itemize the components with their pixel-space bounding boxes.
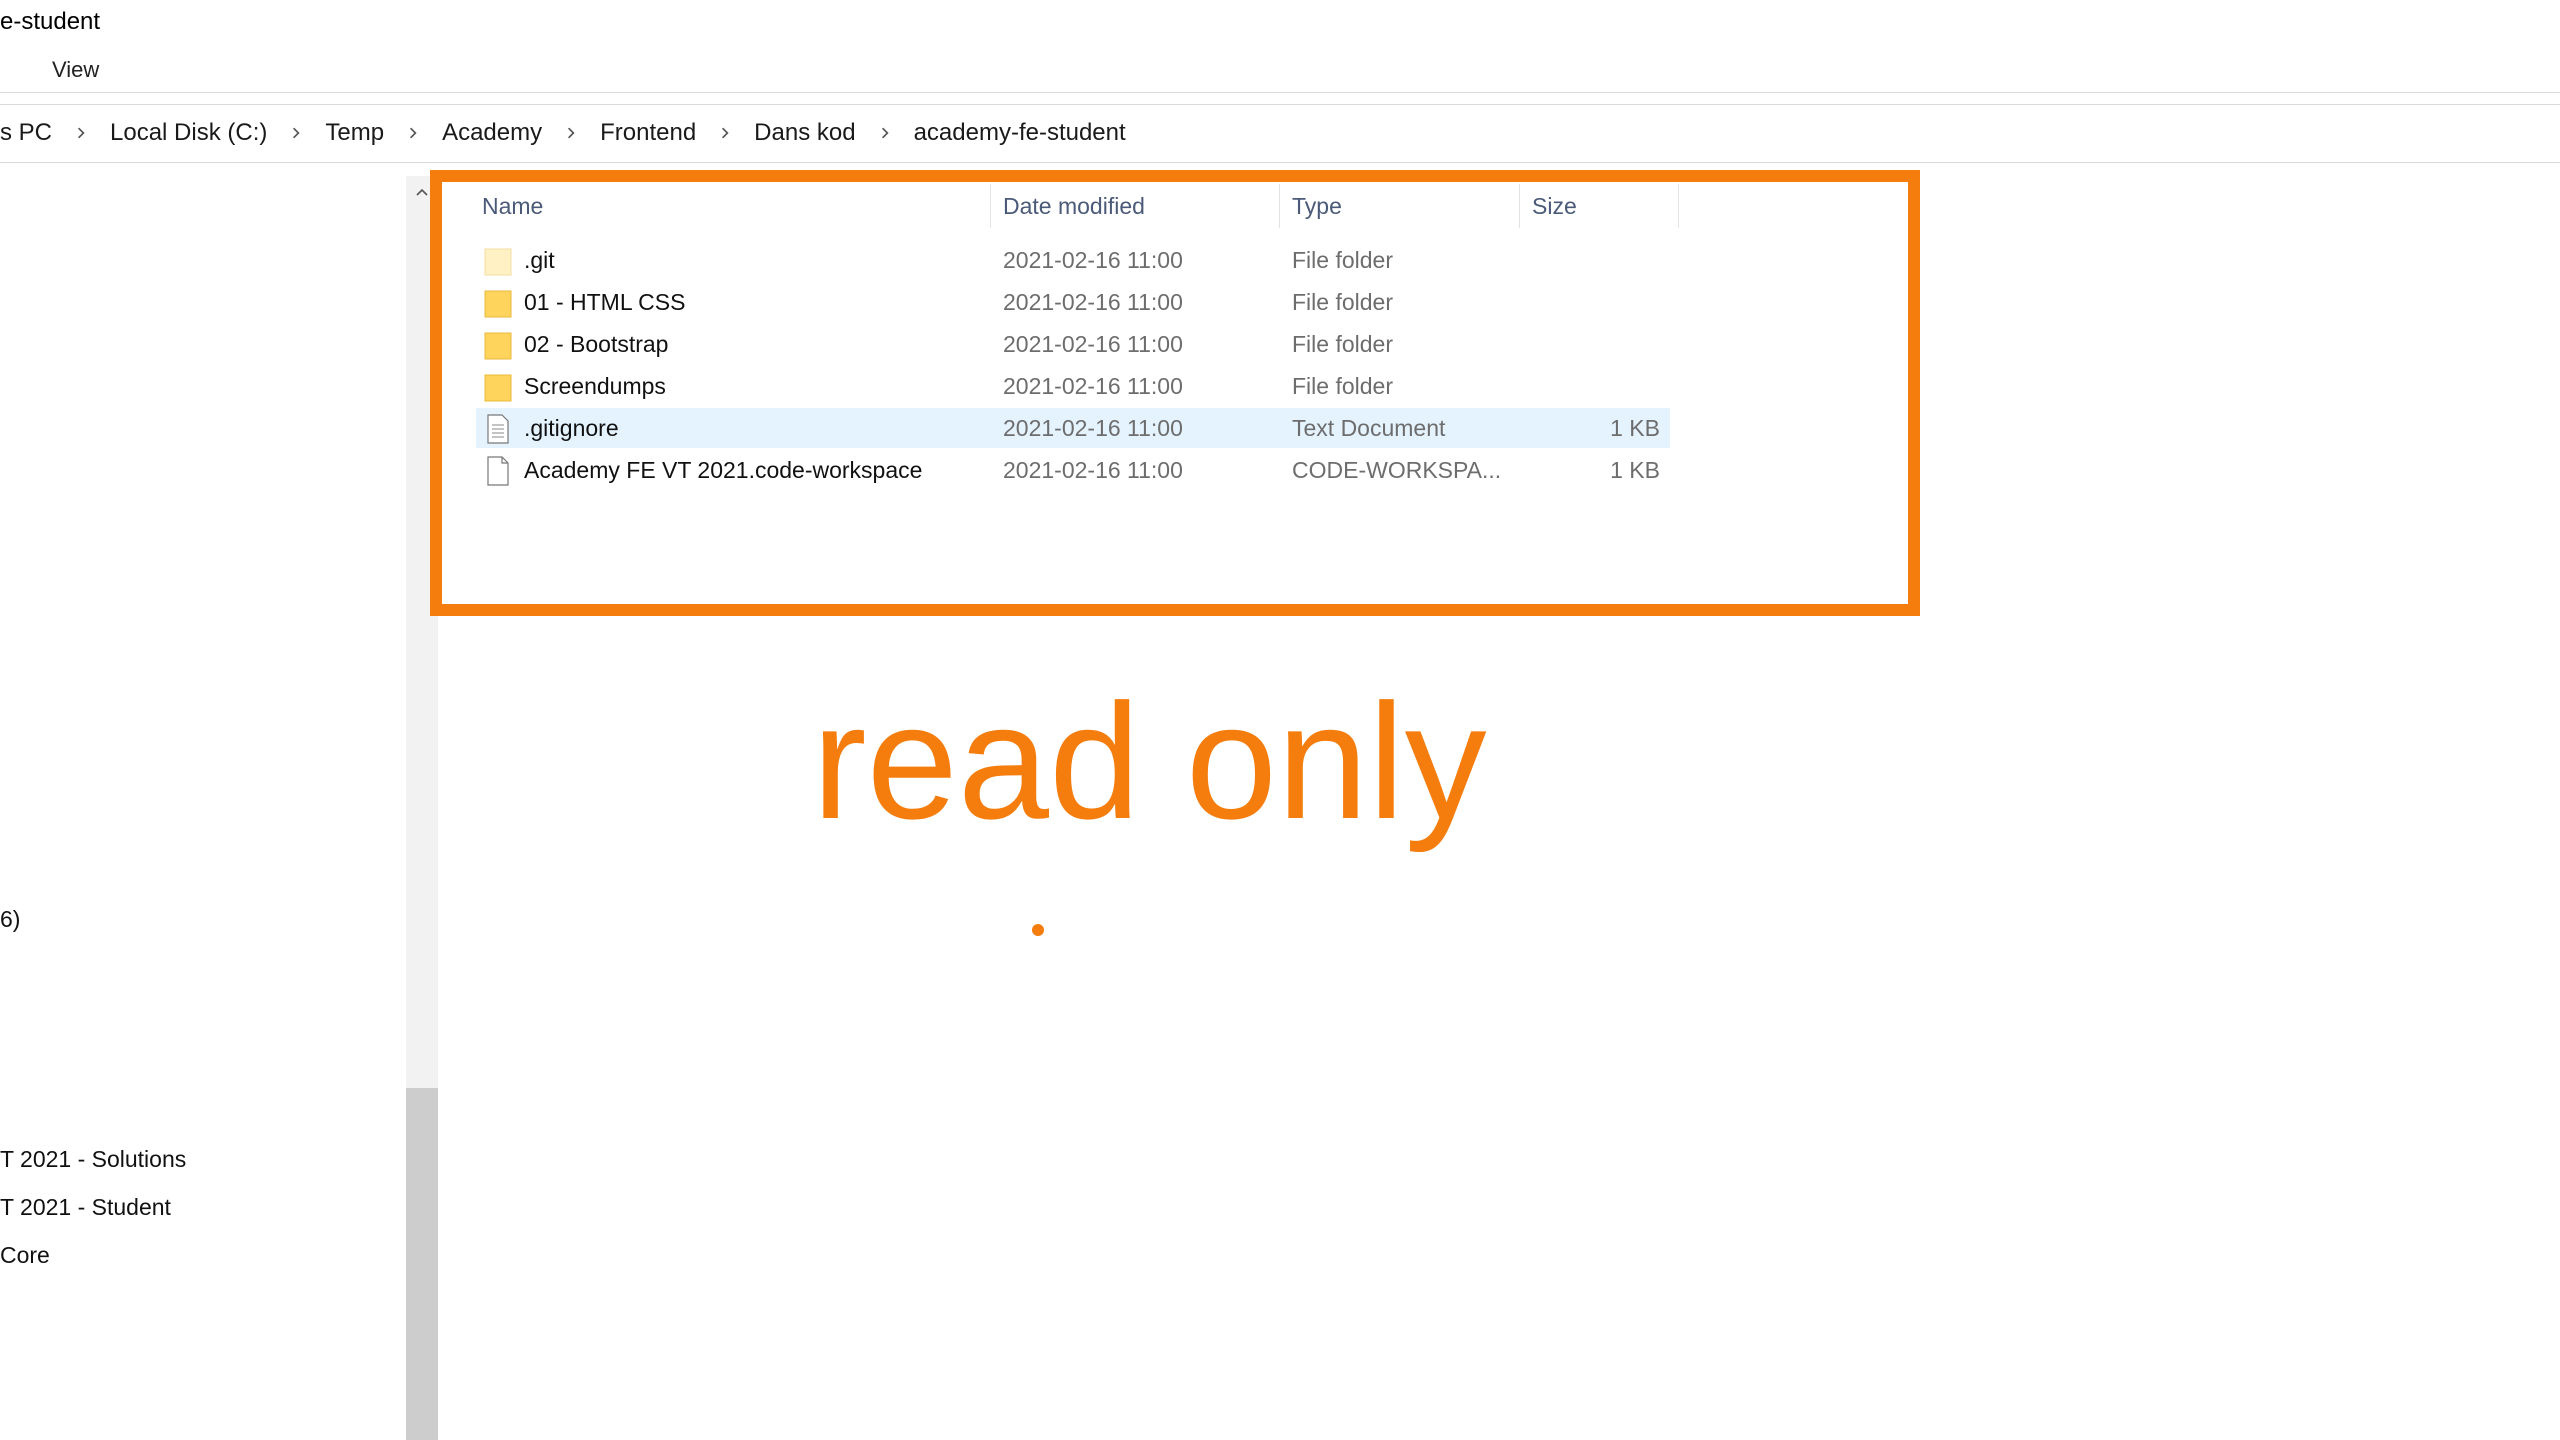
breadcrumb-local-disk[interactable]: Local Disk (C:) xyxy=(110,119,267,147)
chevron-right-icon[interactable] xyxy=(718,126,732,140)
address-bar-divider xyxy=(0,162,2560,163)
chevron-right-icon[interactable] xyxy=(878,126,892,140)
breadcrumb-dans-kod[interactable]: Dans kod xyxy=(754,119,855,147)
view-menu-tab[interactable]: View xyxy=(52,57,99,83)
nav-pane-item-core[interactable]: Core xyxy=(0,1242,50,1269)
annotation-dot xyxy=(1032,924,1044,936)
annotation-highlight-box xyxy=(430,170,1920,616)
address-bar-breadcrumb[interactable]: s PC Local Disk (C:) Temp Academy Fronte… xyxy=(0,118,1126,148)
chevron-right-icon[interactable] xyxy=(406,126,420,140)
annotation-read-only-text: read only xyxy=(812,670,1487,853)
breadcrumb-this-pc[interactable]: s PC xyxy=(0,119,52,147)
ribbon-divider xyxy=(0,92,2560,93)
nav-pane-item-student[interactable]: T 2021 - Student xyxy=(0,1194,171,1221)
nav-pane-item-solutions[interactable]: T 2021 - Solutions xyxy=(0,1146,186,1173)
breadcrumb-temp[interactable]: Temp xyxy=(325,119,384,147)
chevron-right-icon[interactable] xyxy=(289,126,303,140)
window-title: e-student xyxy=(0,8,101,35)
breadcrumb-frontend[interactable]: Frontend xyxy=(600,119,696,147)
breadcrumb-current-folder[interactable]: academy-fe-student xyxy=(914,119,1126,147)
chevron-right-icon[interactable] xyxy=(564,126,578,140)
ribbon-divider-2 xyxy=(0,104,2560,105)
nav-pane-scrollbar-thumb[interactable] xyxy=(406,1088,438,1440)
breadcrumb-academy[interactable]: Academy xyxy=(442,119,542,147)
chevron-right-icon[interactable] xyxy=(74,126,88,140)
nav-pane-item[interactable]: 6) xyxy=(0,906,20,933)
